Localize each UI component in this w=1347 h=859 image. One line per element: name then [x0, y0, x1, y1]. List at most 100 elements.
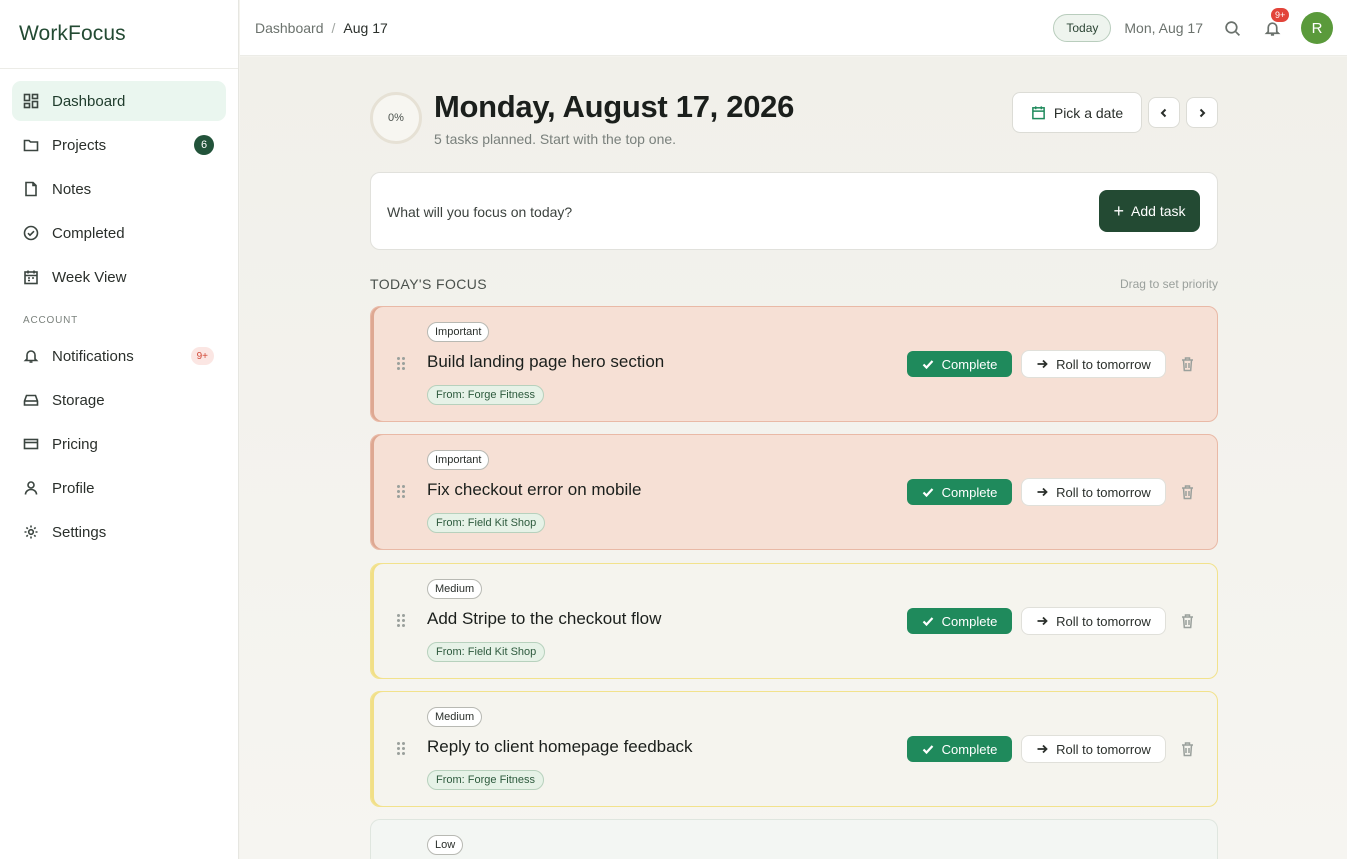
roll-to-tomorrow-button[interactable]: Roll to tomorrow: [1021, 735, 1166, 763]
search-button[interactable]: [1221, 17, 1243, 39]
roll-to-tomorrow-button[interactable]: Roll to tomorrow: [1021, 607, 1166, 635]
drag-handle-icon[interactable]: [397, 614, 407, 628]
delete-button[interactable]: [1180, 356, 1195, 372]
priority-badge: Medium: [427, 579, 483, 599]
avatar[interactable]: R: [1301, 12, 1333, 44]
complete-label: Complete: [941, 613, 998, 629]
breadcrumb-separator: /: [331, 19, 336, 36]
arrow-right-icon: [1037, 359, 1048, 369]
trash-icon: [1182, 357, 1193, 372]
task-card[interactable]: Medium Add Stripe to the checkout flow F…: [370, 563, 1218, 679]
section-title: TODAY'S FOCUS: [370, 276, 488, 292]
sidebar-item-week-view[interactable]: Week View: [12, 257, 226, 297]
breadcrumb-dashboard[interactable]: Dashboard: [255, 20, 324, 36]
delete-button[interactable]: [1180, 484, 1195, 500]
delete-button[interactable]: [1180, 741, 1195, 757]
chevron-right-icon: [1199, 108, 1206, 117]
note-icon: [23, 181, 39, 197]
today-button[interactable]: Today: [1053, 14, 1112, 42]
task-source-tag: From: Forge Fitness: [427, 770, 545, 790]
check-circle-icon: [23, 225, 39, 241]
complete-label: Complete: [941, 741, 998, 757]
sidebar-item-notes[interactable]: Notes: [12, 169, 226, 209]
sidebar-item-label: Settings: [52, 523, 107, 541]
focus-input[interactable]: [387, 173, 1067, 251]
task-card[interactable]: Important Fix checkout error on mobile F…: [370, 434, 1218, 550]
progress-ring: 0%: [370, 92, 422, 144]
roll-label: Roll to tomorrow: [1056, 741, 1151, 757]
topbar: Dashboard / Aug 17 Today Mon, Aug 17 9+ …: [240, 0, 1347, 56]
storage-icon: [23, 392, 39, 408]
calendar-icon: [23, 269, 39, 285]
sidebar-item-label: Notifications: [52, 347, 134, 365]
task-card[interactable]: Low: [370, 819, 1218, 859]
current-date: Mon, Aug 17: [1124, 20, 1203, 36]
check-icon: [922, 488, 933, 498]
focus-input-card: + Add task: [370, 172, 1218, 251]
roll-to-tomorrow-button[interactable]: Roll to tomorrow: [1021, 350, 1166, 378]
trash-icon: [1182, 485, 1193, 500]
drag-handle-icon[interactable]: [397, 742, 407, 756]
arrow-right-icon: [1037, 487, 1048, 497]
sidebar-item-notifications[interactable]: Notifications 9+: [12, 336, 226, 376]
task-title: Fix checkout error on mobile: [427, 480, 642, 499]
delete-button[interactable]: [1180, 613, 1195, 629]
sidebar-item-profile[interactable]: Profile: [12, 468, 226, 508]
task-card[interactable]: Medium Reply to client homepage feedback…: [370, 691, 1218, 807]
complete-button[interactable]: Complete: [907, 479, 1012, 505]
main-content: 0% Monday, August 17, 2026 5 tasks plann…: [240, 57, 1347, 859]
complete-button[interactable]: Complete: [907, 608, 1012, 634]
dashboard-icon: [23, 93, 39, 109]
trash-icon: [1182, 742, 1193, 757]
task-source-tag: From: Field Kit Shop: [427, 642, 546, 662]
complete-button[interactable]: Complete: [907, 351, 1012, 377]
sidebar-item-settings[interactable]: Settings: [12, 512, 226, 552]
sidebar-item-completed[interactable]: Completed: [12, 213, 226, 253]
arrow-right-icon: [1037, 616, 1048, 626]
sidebar-item-label: Notes: [52, 180, 92, 198]
bell-icon: [1264, 21, 1280, 36]
notification-badge: 9+: [1271, 8, 1290, 22]
priority-badge: Important: [427, 322, 490, 342]
task-title: Build landing page hero section: [427, 352, 665, 371]
task-card[interactable]: Important Build landing page hero sectio…: [370, 306, 1218, 422]
folder-icon: [23, 137, 39, 153]
roll-to-tomorrow-button[interactable]: Roll to tomorrow: [1021, 478, 1166, 506]
roll-label: Roll to tomorrow: [1056, 613, 1151, 629]
page-subtitle: 5 tasks planned. Start with the top one.: [434, 131, 677, 147]
task-source-tag: From: Field Kit Shop: [427, 513, 546, 533]
sidebar-item-label: Completed: [52, 224, 125, 242]
gear-icon: [23, 524, 39, 540]
add-task-button[interactable]: + Add task: [1099, 190, 1200, 232]
drag-handle-icon[interactable]: [397, 485, 407, 499]
previous-day-button[interactable]: [1148, 97, 1180, 128]
notifications-button[interactable]: 9+: [1261, 8, 1290, 39]
sidebar-item-label: Profile: [52, 479, 95, 497]
priority-badge: Low: [427, 835, 464, 855]
sidebar-item-pricing[interactable]: Pricing: [12, 424, 226, 464]
sidebar-item-label: Storage: [52, 391, 105, 409]
drag-handle-icon[interactable]: [397, 357, 407, 371]
plus-icon: +: [1113, 201, 1125, 221]
priority-badge: Medium: [427, 707, 483, 727]
todays-focus-header: TODAY'S FOCUS Drag to set priority: [370, 276, 1218, 294]
roll-label: Roll to tomorrow: [1056, 484, 1151, 500]
breadcrumb: Dashboard / Aug 17: [255, 20, 388, 36]
sidebar-nav: Dashboard Projects 6 Notes Completed Wee…: [0, 69, 238, 552]
complete-button[interactable]: Complete: [907, 736, 1012, 762]
check-icon: [922, 360, 933, 370]
complete-label: Complete: [941, 356, 998, 372]
roll-label: Roll to tomorrow: [1056, 356, 1151, 372]
app-logo[interactable]: WorkFocus: [0, 0, 238, 69]
section-hint: Drag to set priority: [1119, 277, 1218, 291]
pick-date-button[interactable]: Pick a date: [1012, 92, 1142, 133]
notifications-badge: 9+: [190, 347, 214, 365]
sidebar-item-dashboard[interactable]: Dashboard: [12, 81, 226, 121]
chevron-left-icon: [1160, 108, 1167, 117]
calendar-icon: [1031, 106, 1045, 120]
trash-icon: [1182, 614, 1193, 629]
add-task-label: Add task: [1131, 203, 1186, 219]
sidebar-item-projects[interactable]: Projects 6: [12, 125, 226, 165]
sidebar-item-storage[interactable]: Storage: [12, 380, 226, 420]
next-day-button[interactable]: [1186, 97, 1218, 128]
